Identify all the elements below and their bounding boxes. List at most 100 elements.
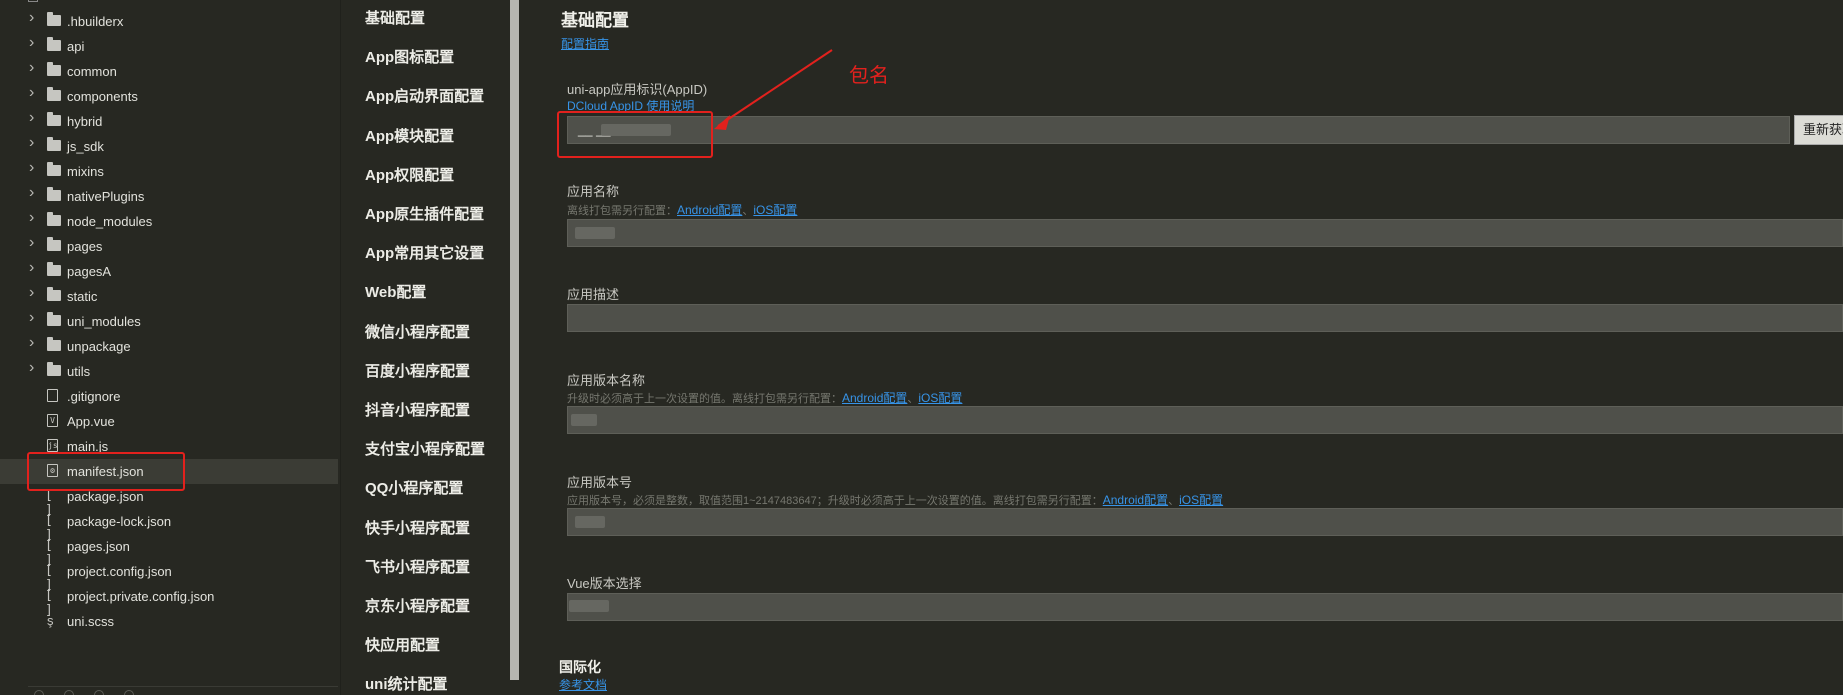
toolbar-icon[interactable] — [34, 690, 44, 695]
tree-file-row[interactable]: V App.vue — [0, 409, 338, 434]
version-code-hint: 应用版本号，必须是整数，取值范围1~2147483647；升级时必须高于上一次设… — [567, 493, 1223, 508]
settings-nav-item[interactable]: QQ小程序配置 — [365, 479, 463, 499]
tree-folder-row[interactable]: › pagesA — [0, 259, 338, 284]
chevron-right-icon[interactable]: › — [29, 210, 39, 226]
tree-folder-row[interactable]: › js_sdk — [0, 134, 338, 159]
chevron-right-icon[interactable]: › — [29, 260, 39, 276]
refetch-appid-button[interactable]: 重新获取 — [1794, 115, 1843, 145]
folder-icon — [47, 212, 61, 226]
tree-folder-row[interactable]: › components — [0, 84, 338, 109]
settings-nav-item[interactable]: 基础配置 — [365, 9, 425, 29]
tree-folder-row[interactable]: › hybrid — [0, 109, 338, 134]
tree-folder-row[interactable]: › pages — [0, 234, 338, 259]
tree-folder-row[interactable]: › nativePlugins — [0, 184, 338, 209]
ios-config-link[interactable]: iOS配置 — [1179, 493, 1223, 507]
toolbar-icon[interactable] — [64, 690, 74, 695]
ios-config-link[interactable]: iOS配置 — [918, 391, 962, 405]
folder-icon — [47, 287, 61, 301]
toolbar-icon[interactable] — [124, 690, 134, 695]
vue-version-select[interactable] — [567, 593, 1843, 621]
chevron-right-icon[interactable]: › — [29, 135, 39, 151]
appid-highlight-box — [557, 111, 713, 158]
chevron-right-icon[interactable]: › — [29, 185, 39, 201]
tree-folder-row[interactable]: › static — [0, 284, 338, 309]
chevron-right-icon[interactable]: › — [29, 85, 39, 101]
android-config-link[interactable]: Android配置 — [1103, 493, 1168, 507]
tree-folder-row[interactable]: › api — [0, 34, 338, 59]
settings-nav-item[interactable]: 快应用配置 — [365, 636, 440, 656]
tree-file-row[interactable]: ş uni.scss — [0, 609, 338, 634]
tree-folder-row[interactable]: › uni_modules — [0, 309, 338, 334]
settings-nav-item[interactable]: App原生插件配置 — [365, 205, 484, 225]
version-name-input[interactable] — [567, 406, 1843, 434]
toolbar-icon[interactable] — [94, 690, 104, 695]
app-name-input[interactable] — [567, 219, 1843, 247]
tree-item-label: node_modules — [67, 214, 153, 229]
tree-file-row[interactable]: [ ] project.config.json — [0, 559, 338, 593]
folder-icon — [47, 37, 61, 51]
tree-item-label: mixins — [67, 164, 104, 179]
chevron-right-icon[interactable]: › — [29, 310, 39, 326]
settings-nav-item[interactable]: App模块配置 — [365, 127, 454, 147]
settings-nav-item[interactable]: uni统计配置 — [365, 675, 448, 695]
tree-folder-row[interactable]: › unpackage — [0, 334, 338, 359]
chevron-right-icon[interactable]: › — [29, 60, 39, 76]
chevron-right-icon[interactable]: › — [29, 335, 39, 351]
vue-version-label: Vue版本选择 — [567, 576, 642, 591]
vue-file-icon: V — [47, 414, 58, 427]
settings-nav-item[interactable]: 微信小程序配置 — [365, 323, 470, 343]
settings-nav-item[interactable]: 抖音小程序配置 — [365, 401, 470, 421]
settings-nav-item[interactable]: 京东小程序配置 — [365, 597, 470, 617]
tree-file-row[interactable]: [ ] project.private.config.json — [0, 584, 338, 618]
annotation-text: 包名 — [849, 65, 889, 87]
config-guide-link[interactable]: 配置指南 — [561, 37, 609, 52]
nav-scrollbar[interactable] — [510, 0, 519, 680]
app-desc-input[interactable] — [567, 304, 1843, 332]
folder-icon — [47, 187, 61, 201]
tree-item-label: .hbuilderx — [67, 14, 124, 29]
chevron-right-icon[interactable]: › — [29, 35, 39, 51]
version-code-label: 应用版本号 — [567, 475, 633, 490]
chevron-right-icon[interactable]: › — [29, 285, 39, 301]
android-config-link[interactable]: Android配置 — [842, 391, 907, 405]
chevron-right-icon[interactable]: › — [29, 110, 39, 126]
chevron-right-icon[interactable]: › — [29, 160, 39, 176]
settings-nav-item[interactable]: App常用其它设置 — [365, 244, 484, 264]
tree-file-row[interactable]: [ ] package-lock.json — [0, 509, 338, 543]
tree-item-label: hybrid — [67, 114, 103, 129]
folder-icon — [47, 137, 61, 151]
version-name-label: 应用版本名称 — [567, 373, 646, 388]
folder-icon — [47, 87, 61, 101]
link-separator: 、 — [1168, 495, 1180, 507]
tree-file-row[interactable]: [ ] pages.json — [0, 534, 338, 568]
i18n-title: 国际化 — [559, 659, 601, 675]
tree-item-label: App.vue — [67, 414, 115, 429]
tree-folder-row[interactable]: › common — [0, 59, 338, 84]
folder-icon — [47, 312, 61, 326]
chevron-right-icon[interactable]: › — [29, 10, 39, 26]
chevron-right-icon[interactable]: › — [29, 235, 39, 251]
settings-nav-item[interactable]: App权限配置 — [365, 166, 454, 186]
tree-file-row[interactable]: .gitignore — [0, 384, 338, 409]
tree-folder-row[interactable]: › utils — [0, 359, 338, 384]
folder-icon — [47, 237, 61, 251]
ios-config-link[interactable]: iOS配置 — [753, 203, 797, 217]
json-file-icon: [ ] — [45, 513, 54, 543]
chevron-right-icon[interactable]: › — [29, 360, 39, 376]
settings-nav-item[interactable]: App图标配置 — [365, 48, 454, 68]
settings-nav-item[interactable]: App启动界面配置 — [365, 87, 484, 107]
android-config-link[interactable]: Android配置 — [677, 203, 742, 217]
settings-nav-item[interactable]: 飞书小程序配置 — [365, 558, 470, 578]
settings-nav-item[interactable]: 支付宝小程序配置 — [365, 440, 485, 460]
tree-folder-row[interactable]: › .hbuilderx — [0, 9, 338, 34]
tree-root-row[interactable] — [0, 0, 338, 6]
tree-folder-row[interactable]: › mixins — [0, 159, 338, 184]
tree-folder-row[interactable]: › node_modules — [0, 209, 338, 234]
settings-nav-item[interactable]: 百度小程序配置 — [365, 362, 470, 382]
i18n-doc-link[interactable]: 参考文档 — [559, 678, 607, 693]
settings-nav-item[interactable]: 快手小程序配置 — [365, 519, 470, 539]
app-name-label: 应用名称 — [567, 184, 620, 199]
settings-nav-item[interactable]: Web配置 — [365, 283, 426, 303]
version-code-input[interactable] — [567, 508, 1843, 536]
redacted-value — [575, 227, 615, 239]
